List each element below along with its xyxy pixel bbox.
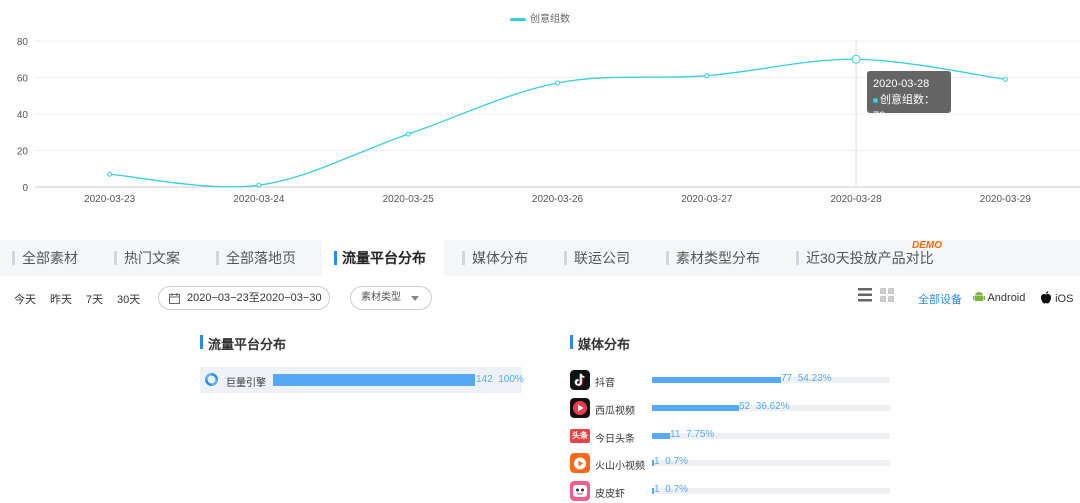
media-name: 西瓜视频 [595,406,635,417]
filter-7days[interactable]: 7天 [86,291,103,307]
flow-row-name: 巨量引擎 [226,378,266,389]
y-tick-label: 20 [17,147,29,158]
media-name: 火山小视频 [595,461,645,472]
date-range-picker[interactable]: 2020−03−23至2020−03−30 [158,286,330,310]
tab-partner-company[interactable]: 联运公司 [564,240,630,276]
tab-hot-copy[interactable]: 热门文案 [114,240,180,276]
media-row-huoshan[interactable]: 火山小视频 1 0.7% [570,453,900,475]
apple-icon [1041,291,1051,304]
x-tick-label: 2020-03-29 [980,194,1032,205]
filter-today[interactable]: 今天 [14,291,36,307]
media-row-pipixia[interactable]: 皮皮虾 1 0.7% [570,481,900,503]
material-type-select[interactable]: 素材类型 [350,286,432,310]
grid-view-icon[interactable] [880,288,894,302]
demo-badge: DEMO [912,240,942,251]
media-bar [652,405,739,411]
flow-row-bar [273,374,475,386]
data-point [256,182,262,188]
tab-media[interactable]: 媒体分布 [462,240,528,276]
tooltip-dot [873,97,878,103]
y-tick-label: 40 [17,110,29,121]
chart-tooltip: 2020-03-28 创意组数：70 [867,71,951,122]
tooltip-date: 2020-03-28 [873,78,930,90]
media-panel-title: 媒体分布 [570,334,630,353]
view-toggle [858,286,898,307]
tab-material-type[interactable]: 素材类型分布 [666,240,760,276]
toutiao-icon: 头条 [570,429,590,443]
data-point [555,80,560,86]
data-point [704,73,710,79]
device-all[interactable]: 全部设备 [918,291,962,307]
data-point [851,54,861,64]
tab-all-landing-pages[interactable]: 全部落地页 [216,240,296,276]
filter-yesterday[interactable]: 昨天 [50,291,72,307]
flow-row[interactable]: 巨量引擎 142 100% [200,367,524,393]
x-tick-label: 2020-03-25 [383,194,435,205]
media-name: 抖音 [595,378,615,389]
x-tick-label: 2020-03-23 [84,194,136,205]
media-bar [652,433,670,439]
huoshan-video-icon [570,453,590,473]
media-value: 1 0.7% [654,484,688,495]
filter-row: 今天 昨天 7天 30天 2020−03−23至2020−03−30 素材类型 [0,286,1080,310]
media-value: 11 7.75% [670,429,715,440]
x-tick-label: 2020-03-27 [681,194,733,205]
xigua-video-icon [570,398,590,418]
calendar-icon [169,293,180,304]
media-value: 52 36.62% [739,401,790,412]
douyin-icon [570,370,590,390]
trend-chart: 创意组数 0 20 40 60 80 2020-03-23 2020-03-24 2020-0… [0,0,1080,222]
y-tick-label: 60 [17,74,29,85]
media-value: 1 0.7% [654,456,688,467]
media-value: 77 54.23% [781,373,832,384]
x-tick-label: 2020-03-24 [233,194,285,205]
flow-panel-title: 流量平台分布 [200,334,286,353]
data-point [107,171,113,177]
tooltip-value: 创意组数：70 [873,94,935,122]
media-name: 今日头条 [595,434,635,445]
media-name: 皮皮虾 [595,489,625,500]
data-point [1002,76,1008,82]
device-ios[interactable]: iOS [1040,291,1073,305]
media-row-xigua[interactable]: 西瓜视频 52 36.62% [570,398,900,420]
chevron-down-icon [411,296,419,301]
x-tick-label: 2020-03-28 [830,194,882,205]
media-row-douyin[interactable]: 抖音 77 54.23% [570,370,900,392]
tab-traffic-platform[interactable]: 流量平台分布 [322,240,444,276]
filter-30days[interactable]: 30天 [117,291,140,307]
device-android[interactable]: Android [973,291,1025,304]
media-row-toutiao[interactable]: 头条 今日头条 11 7.75% [570,426,900,448]
android-icon [973,292,985,301]
x-tick-label: 2020-03-26 [532,194,584,205]
flow-row-value: 142 100% [476,374,524,385]
tab-all-materials[interactable]: 全部素材 [12,240,78,276]
media-bar [652,377,781,383]
media-track [652,377,890,383]
date-range-text: 2020−03−23至2020−03−30 [187,292,322,304]
data-point [405,131,411,137]
y-tick-label: 80 [17,37,29,48]
list-view-icon[interactable] [858,288,872,302]
pipixia-icon [570,481,590,501]
y-tick-label: 0 [22,183,28,194]
ocean-engine-icon [205,373,218,386]
